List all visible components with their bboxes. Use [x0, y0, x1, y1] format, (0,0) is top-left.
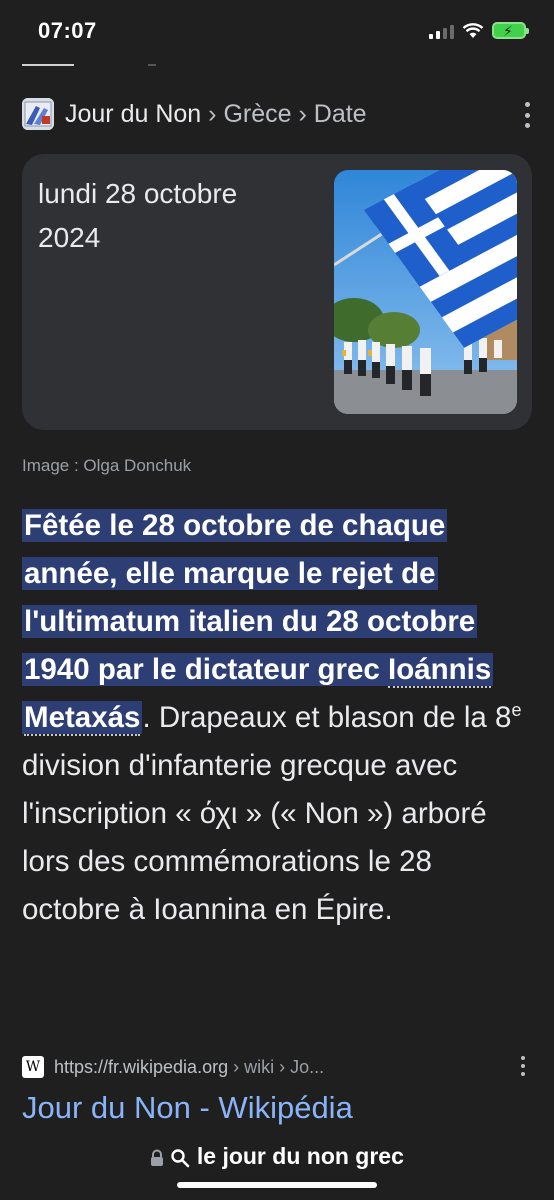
source-row[interactable]: W https://fr.wikipedia.org › wiki › Jo..…: [22, 1054, 532, 1082]
result-header: Jour du Non › Grèce › Date: [22, 98, 532, 134]
tab-indicator-secondary: [148, 64, 156, 66]
answer-date: lundi 28 octobre 2024: [38, 178, 238, 253]
status-time: 07:07: [38, 18, 97, 43]
home-indicator[interactable]: [177, 1182, 377, 1188]
breadcrumb-site[interactable]: Jour du Non: [65, 100, 201, 128]
snippet-text-continued: division d'infanterie grecque avec l'ins…: [22, 749, 487, 926]
breadcrumb-separator: ›: [298, 100, 307, 128]
search-icon: [171, 1149, 190, 1168]
status-bar: 07:07 ⚡: [0, 0, 554, 66]
site-logo-icon[interactable]: [22, 98, 54, 130]
result-title-link[interactable]: Jour du Non - Wikipédia: [22, 1090, 353, 1126]
more-options-icon[interactable]: [522, 102, 532, 128]
breadcrumb-date[interactable]: Date: [314, 100, 367, 128]
source-domain: https://fr.wikipedia.org: [54, 1057, 229, 1077]
status-icons: ⚡: [429, 22, 529, 39]
breadcrumb[interactable]: Jour du Non › Grèce › Date: [65, 100, 367, 129]
wikipedia-icon: W: [22, 1056, 44, 1078]
tab-indicator: [22, 64, 74, 66]
source-more-options-icon[interactable]: [520, 1056, 526, 1076]
source-path: › wiki › Jo...: [228, 1057, 325, 1077]
wifi-icon: [462, 22, 484, 38]
breadcrumb-country[interactable]: Grèce: [223, 100, 291, 128]
address-bar[interactable]: le jour du non grec: [0, 1132, 554, 1200]
battery-charging-icon: ⚡: [492, 22, 529, 39]
date-answer-card[interactable]: lundi 28 octobre 2024: [22, 154, 532, 430]
address-query: le jour du non grec: [196, 1143, 404, 1169]
source-url[interactable]: https://fr.wikipedia.org › wiki › Jo...: [54, 1057, 324, 1078]
greek-flag-photo[interactable]: [334, 170, 517, 414]
lock-icon: [151, 1149, 164, 1166]
image-credit: Image : Olga Donchuk: [22, 456, 192, 475]
address-field[interactable]: le jour du non grec: [0, 1143, 554, 1170]
breadcrumb-separator: ›: [208, 100, 217, 128]
snippet-text: . Drapeaux et blason de la 8: [142, 701, 512, 734]
snippet-superscript: e: [511, 700, 522, 721]
featured-snippet: Fêtée le 28 octobre de chaque année, ell…: [22, 502, 537, 934]
cellular-signal-icon: [429, 23, 454, 39]
